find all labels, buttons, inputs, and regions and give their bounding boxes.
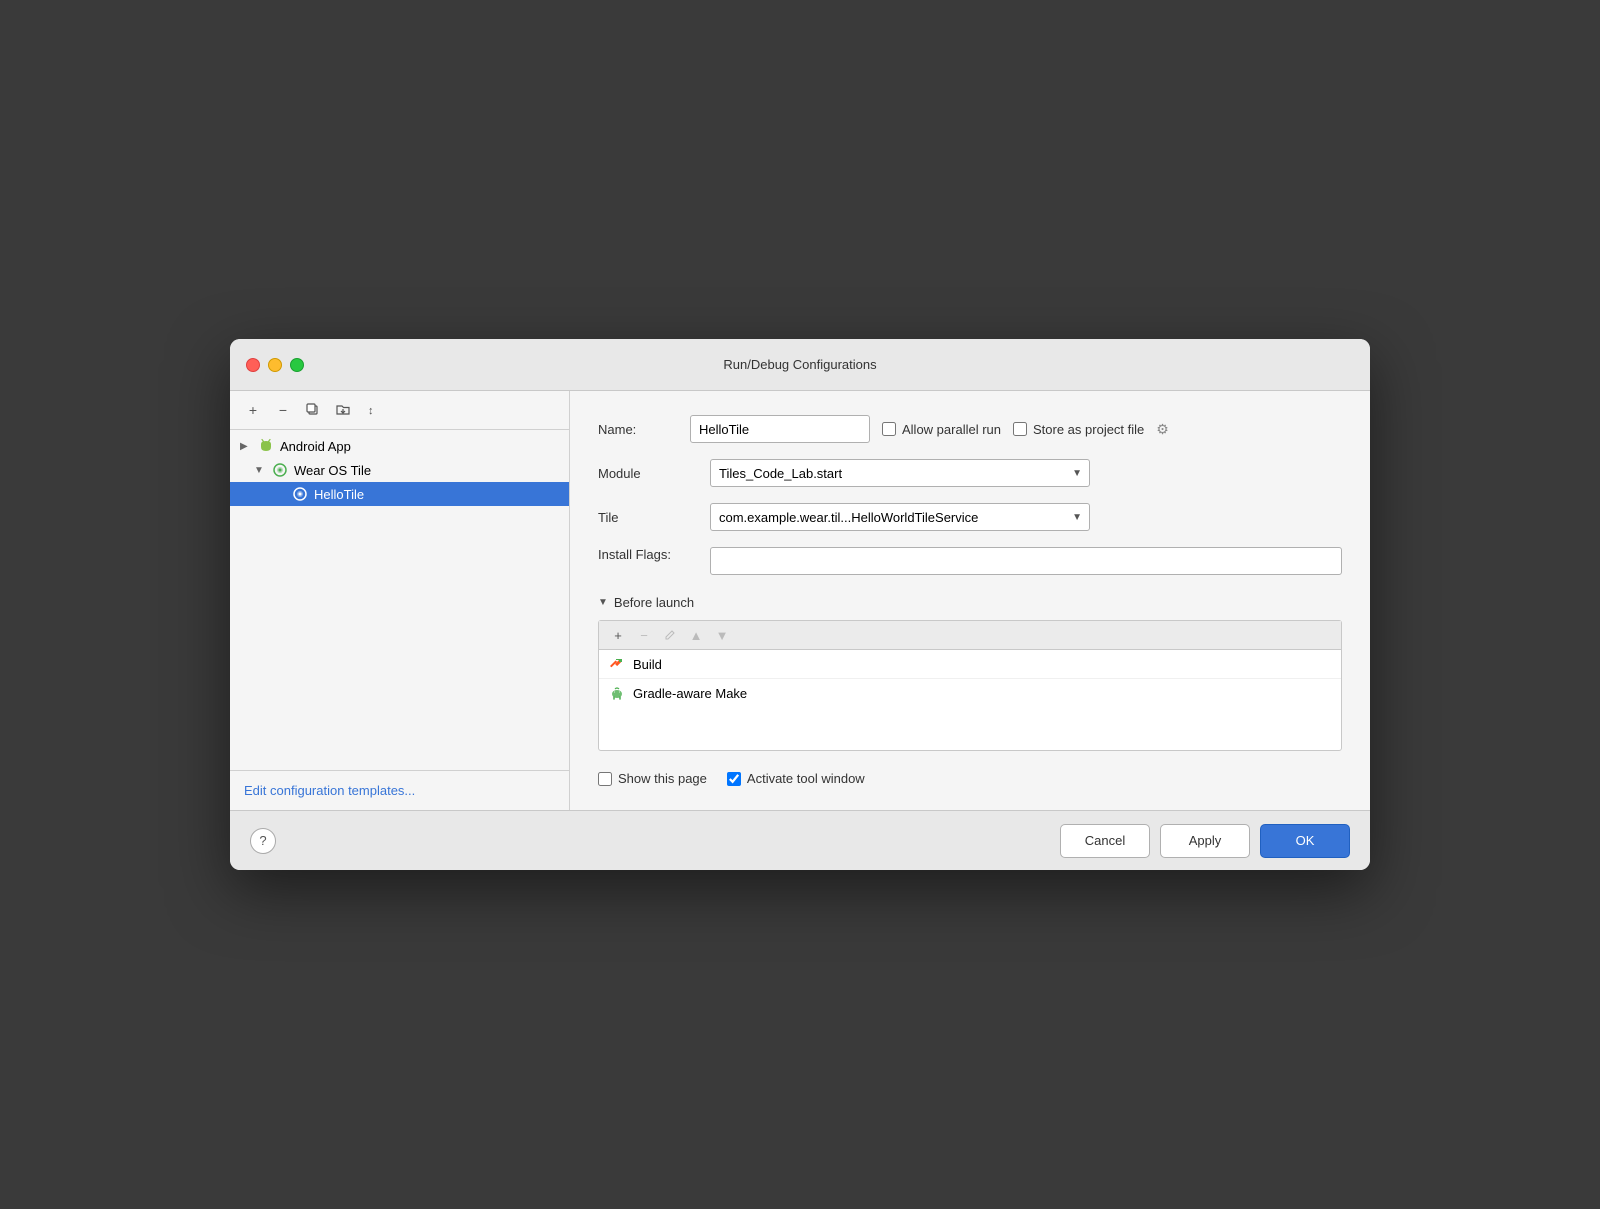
before-launch-header: ▼ Before launch <box>598 595 1342 610</box>
sidebar-item-hello-tile[interactable]: HelloTile <box>230 482 569 506</box>
tile-select-wrapper: com.example.wear.til...HelloWorldTileSer… <box>710 503 1090 531</box>
tile-select[interactable]: com.example.wear.til...HelloWorldTileSer… <box>710 503 1090 531</box>
checkboxes-row: Show this page Activate tool window <box>598 771 1342 786</box>
left-panel: + − ↕ <box>230 391 570 810</box>
copy-config-button[interactable] <box>300 399 326 421</box>
allow-parallel-run-group[interactable]: Allow parallel run <box>882 422 1001 437</box>
gear-icon[interactable]: ⚙ <box>1156 421 1169 438</box>
before-launch-section: ▼ Before launch + − ▲ ▼ <box>598 595 1342 786</box>
bl-item-build[interactable]: Build <box>599 650 1341 679</box>
wear-os-tile-label: Wear OS Tile <box>294 463 371 478</box>
name-row: Name: Allow parallel run Store as projec… <box>598 415 1342 443</box>
run-debug-configurations-dialog: Run/Debug Configurations + − <box>230 339 1370 870</box>
module-select-wrapper: Tiles_Code_Lab.start ▼ <box>710 459 1090 487</box>
gradle-icon <box>609 685 625 701</box>
close-button[interactable] <box>246 358 260 372</box>
before-launch-toolbar: + − ▲ ▼ <box>599 621 1341 650</box>
store-as-project-file-checkbox[interactable] <box>1013 422 1027 436</box>
edit-templates-link-container: Edit configuration templates... <box>230 770 569 810</box>
bl-item-gradle-label: Gradle-aware Make <box>633 686 747 701</box>
activate-tool-window-label: Activate tool window <box>747 771 865 786</box>
bl-up-button[interactable]: ▲ <box>685 625 707 645</box>
module-row: Module Tiles_Code_Lab.start ▼ <box>598 459 1342 487</box>
show-this-page-checkbox[interactable] <box>598 772 612 786</box>
apply-button[interactable]: Apply <box>1160 824 1250 858</box>
show-this-page-group[interactable]: Show this page <box>598 771 707 786</box>
tile-label: Tile <box>598 510 698 525</box>
activate-tool-window-group[interactable]: Activate tool window <box>727 771 865 786</box>
bl-edit-button[interactable] <box>659 625 681 645</box>
config-tree: ▶ Android App ▼ <box>230 430 569 770</box>
before-launch-title: Before launch <box>614 595 694 610</box>
sidebar-item-wear-os-tile[interactable]: ▼ Wear OS Tile <box>230 458 569 482</box>
svg-text:↕: ↕ <box>368 405 374 417</box>
module-select[interactable]: Tiles_Code_Lab.start <box>710 459 1090 487</box>
before-launch-box: + − ▲ ▼ <box>598 620 1342 751</box>
install-flags-label: Install Flags: <box>598 547 698 562</box>
store-as-project-file-label: Store as project file <box>1033 422 1144 437</box>
name-input[interactable] <box>690 415 870 443</box>
dialog-title: Run/Debug Configurations <box>723 357 876 372</box>
main-content: + − ↕ <box>230 391 1370 810</box>
hello-tile-icon <box>292 486 308 502</box>
window-controls <box>246 358 304 372</box>
ok-button[interactable]: OK <box>1260 824 1350 858</box>
sort-button[interactable]: ↕ <box>360 399 386 421</box>
minimize-button[interactable] <box>268 358 282 372</box>
tile-row: Tile com.example.wear.til...HelloWorldTi… <box>598 503 1342 531</box>
bottom-bar: ? Cancel Apply OK <box>230 810 1370 870</box>
remove-config-button[interactable]: − <box>270 399 296 421</box>
hello-tile-label: HelloTile <box>314 487 364 502</box>
bl-remove-button[interactable]: − <box>633 625 655 645</box>
save-to-folder-button[interactable] <box>330 399 356 421</box>
before-launch-toggle[interactable]: ▼ <box>598 597 608 608</box>
allow-parallel-run-checkbox[interactable] <box>882 422 896 436</box>
sidebar-item-android-app[interactable]: ▶ Android App <box>230 434 569 458</box>
bl-add-button[interactable]: + <box>607 625 629 645</box>
left-toolbar: + − ↕ <box>230 391 569 430</box>
titlebar: Run/Debug Configurations <box>230 339 1370 391</box>
before-launch-list: Build <box>599 650 1341 750</box>
build-icon <box>609 656 625 672</box>
store-as-project-file-group[interactable]: Store as project file <box>1013 422 1144 437</box>
add-config-button[interactable]: + <box>240 399 266 421</box>
wear-os-icon <box>272 462 288 478</box>
bl-down-button[interactable]: ▼ <box>711 625 733 645</box>
help-button[interactable]: ? <box>250 828 276 854</box>
cancel-button[interactable]: Cancel <box>1060 824 1150 858</box>
maximize-button[interactable] <box>290 358 304 372</box>
android-app-label: Android App <box>280 439 351 454</box>
expand-arrow-wear-os-tile: ▼ <box>254 465 266 476</box>
bl-item-gradle[interactable]: Gradle-aware Make <box>599 679 1341 707</box>
install-flags-row: Install Flags: <box>598 547 1342 575</box>
edit-templates-link[interactable]: Edit configuration templates... <box>244 783 415 798</box>
android-icon <box>258 438 274 454</box>
expand-arrow-android-app: ▶ <box>240 441 252 452</box>
name-label: Name: <box>598 422 678 437</box>
allow-parallel-run-label: Allow parallel run <box>902 422 1001 437</box>
module-label: Module <box>598 466 698 481</box>
show-this-page-label: Show this page <box>618 771 707 786</box>
activate-tool-window-checkbox[interactable] <box>727 772 741 786</box>
bottom-actions: Cancel Apply OK <box>1060 824 1350 858</box>
bl-item-build-label: Build <box>633 657 662 672</box>
right-panel: Name: Allow parallel run Store as projec… <box>570 391 1370 810</box>
install-flags-input[interactable] <box>710 547 1342 575</box>
